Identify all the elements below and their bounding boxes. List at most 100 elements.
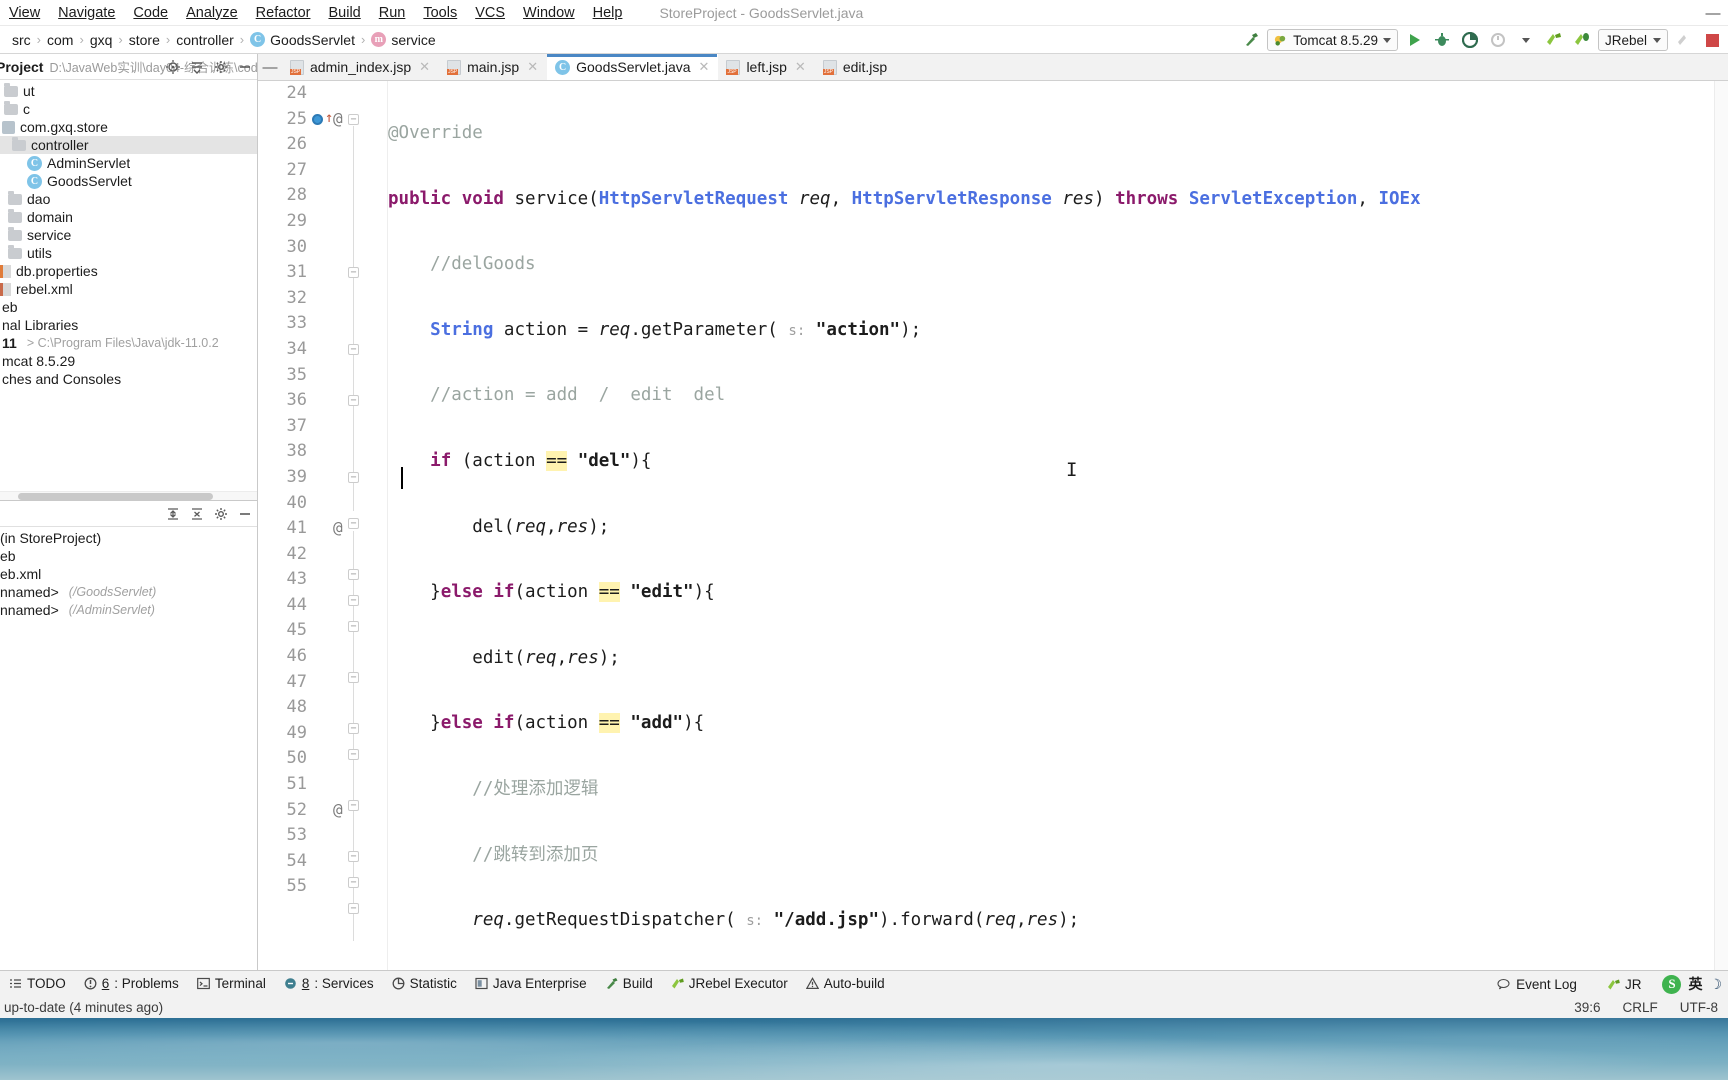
collapse-all-icon[interactable] xyxy=(189,59,205,75)
hammer-icon[interactable] xyxy=(1239,28,1263,52)
fold-region-icon[interactable]: − xyxy=(348,344,359,355)
jrebel-run-icon[interactable] xyxy=(1542,28,1566,52)
caret-position[interactable]: 39:6 xyxy=(1574,1000,1600,1015)
fold-region-icon[interactable]: − xyxy=(348,800,359,811)
tool-button-auto-build[interactable]: Auto-build xyxy=(797,976,894,991)
overridden-method-icon[interactable] xyxy=(312,114,323,125)
tree-item-in-storeproject[interactable]: (in StoreProject) xyxy=(0,529,257,547)
hide-icon[interactable] xyxy=(237,506,253,522)
locate-icon[interactable] xyxy=(165,59,181,75)
menu-item-help[interactable]: Help xyxy=(584,3,632,23)
menu-item-view[interactable]: View xyxy=(0,3,49,23)
fold-region-icon[interactable]: − xyxy=(348,621,359,632)
tree-item-service[interactable]: service xyxy=(0,226,257,244)
tree-item-adminservlet[interactable]: C AdminServlet xyxy=(0,154,257,172)
menu-item-navigate[interactable]: Navigate xyxy=(49,3,124,23)
tree-item-goodsservlet-mapping[interactable]: nnamed> (/GoodsServlet) xyxy=(0,583,257,601)
run-with-coverage-icon[interactable] xyxy=(1458,28,1482,52)
jrebel-stop-icon[interactable] xyxy=(1672,28,1696,52)
tree-item-dao[interactable]: dao xyxy=(0,190,257,208)
tab-admin-index-jsp[interactable]: admin_index.jsp ✕ xyxy=(282,54,439,80)
tree-item-scratches-consoles[interactable]: ches and Consoles xyxy=(0,370,257,388)
tool-button-event-log[interactable]: Event Log xyxy=(1488,977,1586,992)
tree-item-jdk11[interactable]: 11 > C:\Program Files\Java\jdk-11.0.2 xyxy=(0,334,257,352)
expand-all-icon[interactable] xyxy=(165,506,181,522)
close-icon[interactable]: ✕ xyxy=(419,59,430,75)
debug-icon[interactable] xyxy=(1430,28,1454,52)
tree-item-dbproperties[interactable]: db.properties xyxy=(0,262,257,280)
fold-region-icon[interactable]: − xyxy=(348,395,359,406)
tab-left-jsp[interactable]: left.jsp ✕ xyxy=(718,54,814,80)
tool-button-java-enterprise[interactable]: Java Enterprise xyxy=(466,976,596,991)
tree-item-src[interactable]: c xyxy=(0,100,257,118)
tree-item-package[interactable]: com.gxq.store xyxy=(0,118,257,136)
tool-button-jrebel-executor[interactable]: JRebel Executor xyxy=(662,976,797,991)
java-enterprise-tree[interactable]: (in StoreProject) eb eb.xml nnamed> (/Go… xyxy=(0,527,257,970)
fold-region-icon[interactable]: − xyxy=(348,851,359,862)
tree-item-webxml[interactable]: eb.xml xyxy=(0,565,257,583)
project-tree-horizontal-scrollbar[interactable] xyxy=(0,491,257,500)
menu-item-vcs[interactable]: VCS xyxy=(466,3,514,23)
tree-item-goodsservlet[interactable]: C GoodsServlet xyxy=(0,172,257,190)
menu-item-run[interactable]: Run xyxy=(370,3,415,23)
fold-region-icon[interactable]: − xyxy=(348,723,359,734)
breadcrumb-item-com[interactable]: com xyxy=(41,32,79,48)
file-encoding[interactable]: UTF-8 xyxy=(1680,1000,1718,1015)
tree-item-controller[interactable]: controller xyxy=(0,136,257,154)
settings-icon[interactable] xyxy=(213,506,229,522)
tab-main-jsp[interactable]: main.jsp ✕ xyxy=(439,54,547,80)
menu-item-build[interactable]: Build xyxy=(319,3,369,23)
fold-region-icon[interactable]: − xyxy=(348,877,359,888)
settings-icon[interactable] xyxy=(213,59,229,75)
code-content[interactable]: @Override public void service(HttpServle… xyxy=(388,81,1714,970)
close-icon[interactable]: ✕ xyxy=(699,59,710,75)
scrollbar-thumb[interactable] xyxy=(18,493,213,500)
tree-item-external-libraries[interactable]: nal Libraries xyxy=(0,316,257,334)
tree-item-rebelxml[interactable]: rebel.xml xyxy=(0,280,257,298)
fold-region-icon[interactable]: − xyxy=(348,749,359,760)
breadcrumb-item-gxq[interactable]: gxq xyxy=(84,32,119,48)
project-tree[interactable]: ut c com.gxq.store controller C AdminSer… xyxy=(0,80,257,491)
menu-item-analyze[interactable]: Analyze xyxy=(177,3,247,23)
fold-region-icon[interactable]: − xyxy=(348,472,359,483)
tool-button-statistic[interactable]: Statistic xyxy=(383,976,466,991)
fold-region-icon[interactable]: − xyxy=(348,903,359,914)
tree-item-utils[interactable]: utils xyxy=(0,244,257,262)
fold-region-icon[interactable]: − xyxy=(348,595,359,606)
breadcrumb-item-goodsservlet[interactable]: C GoodsServlet xyxy=(244,32,361,48)
minimize-button[interactable]: — xyxy=(1704,5,1722,22)
collapse-all-icon[interactable] xyxy=(189,506,205,522)
tab-goodsservlet-java[interactable]: C GoodsServlet.java ✕ xyxy=(547,54,719,80)
tree-item-web[interactable]: eb xyxy=(0,547,257,565)
tool-button-build[interactable]: Build xyxy=(596,976,662,991)
fold-region-icon[interactable]: − xyxy=(348,518,359,529)
tool-button-todo[interactable]: TODO xyxy=(0,976,75,991)
close-icon[interactable]: ✕ xyxy=(527,59,538,75)
jrebel-debug-icon[interactable] xyxy=(1570,28,1594,52)
breadcrumb-item-store[interactable]: store xyxy=(123,32,166,48)
gutter-markers[interactable]: ↑ @ @ @ xyxy=(310,81,348,970)
tree-item-adminservlet-mapping[interactable]: nnamed> (/AdminServlet) xyxy=(0,601,257,619)
tree-item-tomcat[interactable]: mcat 8.5.29 xyxy=(0,352,257,370)
close-icon[interactable]: ✕ xyxy=(795,59,806,75)
line-separator[interactable]: CRLF xyxy=(1622,1000,1657,1015)
jrebel-selector[interactable]: JRebel xyxy=(1597,29,1668,51)
code-editor[interactable]: 24 25 26 27 28 29 30 31 32 33 34 35 36 3… xyxy=(258,81,1728,970)
ime-indicator[interactable]: S 英 ☽ xyxy=(1662,974,1722,994)
menu-item-code[interactable]: Code xyxy=(124,3,177,23)
tool-button-problems[interactable]: 6 : Problems xyxy=(75,976,188,991)
tool-button-jrebel[interactable]: JR xyxy=(1598,977,1651,992)
tab-edit-jsp[interactable]: edit.jsp xyxy=(815,54,896,80)
menu-item-tools[interactable]: Tools xyxy=(414,3,466,23)
stop-icon[interactable] xyxy=(1700,28,1724,52)
fold-region-icon[interactable]: − xyxy=(348,114,359,125)
fold-region-icon[interactable]: − xyxy=(348,569,359,580)
breadcrumb-item-service[interactable]: m service xyxy=(365,32,441,48)
tool-button-terminal[interactable]: Terminal xyxy=(188,976,275,991)
tree-item-out[interactable]: ut xyxy=(0,82,257,100)
tree-item-domain[interactable]: domain xyxy=(0,208,257,226)
fold-region-icon[interactable]: − xyxy=(348,267,359,278)
tree-item-web[interactable]: eb xyxy=(0,298,257,316)
chevron-down-icon[interactable] xyxy=(1514,28,1538,52)
breadcrumb-item-controller[interactable]: controller xyxy=(170,32,240,48)
